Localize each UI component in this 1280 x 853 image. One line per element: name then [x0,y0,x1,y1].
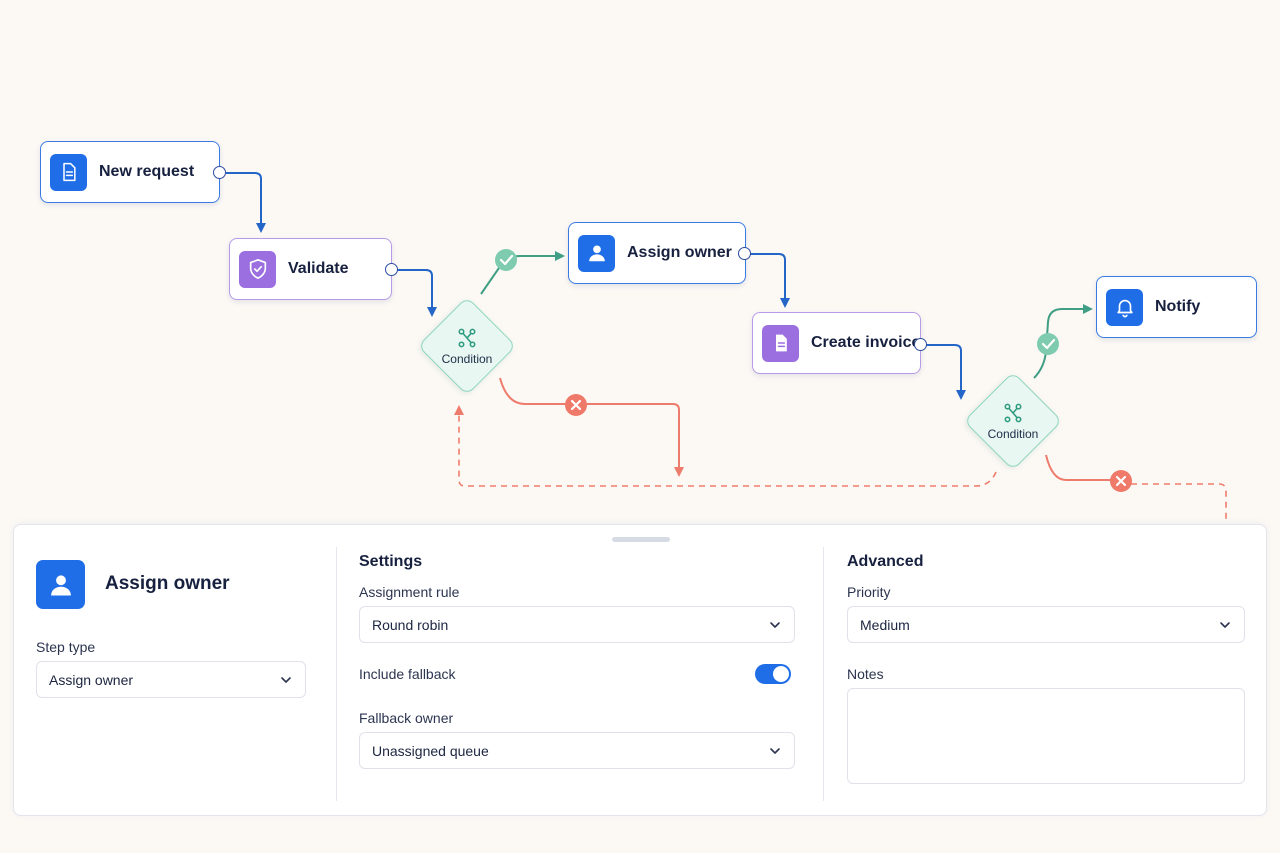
user-icon [50,574,71,595]
fallback-owner-value: Unassigned queue [372,742,489,759]
priority-select[interactable]: Medium [847,606,1245,643]
chevron-down-icon [281,677,291,683]
chevron-down-icon [1220,622,1230,628]
edge-condition1-failure [499,377,684,477]
include-fallback-toggle[interactable] [755,664,791,684]
node-create-invoice[interactable]: Create invoice [752,312,921,374]
node-label: Notify [1155,298,1201,315]
user-icon [578,234,615,272]
output-port[interactable] [738,247,751,260]
condition-label: Condition [987,426,1039,441]
fallback-owner-select[interactable]: Unassigned queue [359,732,795,769]
bell-icon [1106,288,1143,326]
toggle-knob [773,666,789,682]
node-assign-owner[interactable]: Assign owner [568,222,746,284]
edge-assign-owner-to-create-invoice [750,253,790,308]
node-new-request[interactable]: New request [40,141,220,203]
step-title: Assign owner [105,573,230,594]
output-port[interactable] [213,166,226,179]
shield-check-icon [239,250,276,288]
chevron-down-icon [770,622,780,628]
include-fallback-label: Include fallback [359,666,456,682]
success-badge-2 [1037,333,1059,355]
settings-title: Settings [359,553,423,570]
properties-panel: Assign owner Step type Assign owner Sett… [13,524,1267,816]
edge-new-request-to-validate [226,172,266,233]
edge-create-invoice-to-condition [926,344,966,400]
node-label: Validate [288,260,349,277]
document-icon [762,324,799,362]
step-type-select[interactable]: Assign owner [36,661,306,698]
assignment-rule-select[interactable]: Round robin [359,606,795,643]
output-port[interactable] [914,338,927,351]
edge-condition1-success [480,251,565,295]
fallback-owner-label: Fallback owner [359,710,454,726]
advanced-title: Advanced [847,553,924,570]
panel-resize-handle[interactable] [612,537,670,542]
node-notify[interactable]: Notify [1096,276,1257,338]
branch-icon [1004,403,1022,422]
step-icon-tile [36,560,85,609]
priority-value: Medium [860,616,910,633]
notes-textarea[interactable] [847,688,1245,784]
assignment-rule-value: Round robin [372,616,449,633]
step-type-value: Assign owner [49,671,134,688]
edge-condition2-failure-dashed [1120,483,1227,522]
branch-icon [458,328,476,347]
panel-divider [823,547,824,801]
panel-divider [336,547,337,801]
success-badge-1 [495,249,517,271]
document-icon [50,153,87,191]
output-port[interactable] [385,263,398,276]
failure-badge-2 [1110,470,1132,492]
failure-badge-1 [565,394,587,416]
assignment-rule-label: Assignment rule [359,584,460,600]
edge-loop-back-dashed [454,405,997,487]
node-label: New request [99,163,195,180]
condition-node-1[interactable]: Condition [412,291,522,401]
condition-node-2[interactable]: Condition [958,366,1068,476]
chevron-down-icon [770,748,780,754]
step-type-label: Step type [36,639,96,655]
priority-label: Priority [847,584,891,600]
notes-label: Notes [847,666,884,682]
node-label: Assign owner [627,244,732,261]
condition-label: Condition [441,351,493,366]
node-label: Create invoice [811,334,921,351]
node-validate[interactable]: Validate [229,238,392,300]
